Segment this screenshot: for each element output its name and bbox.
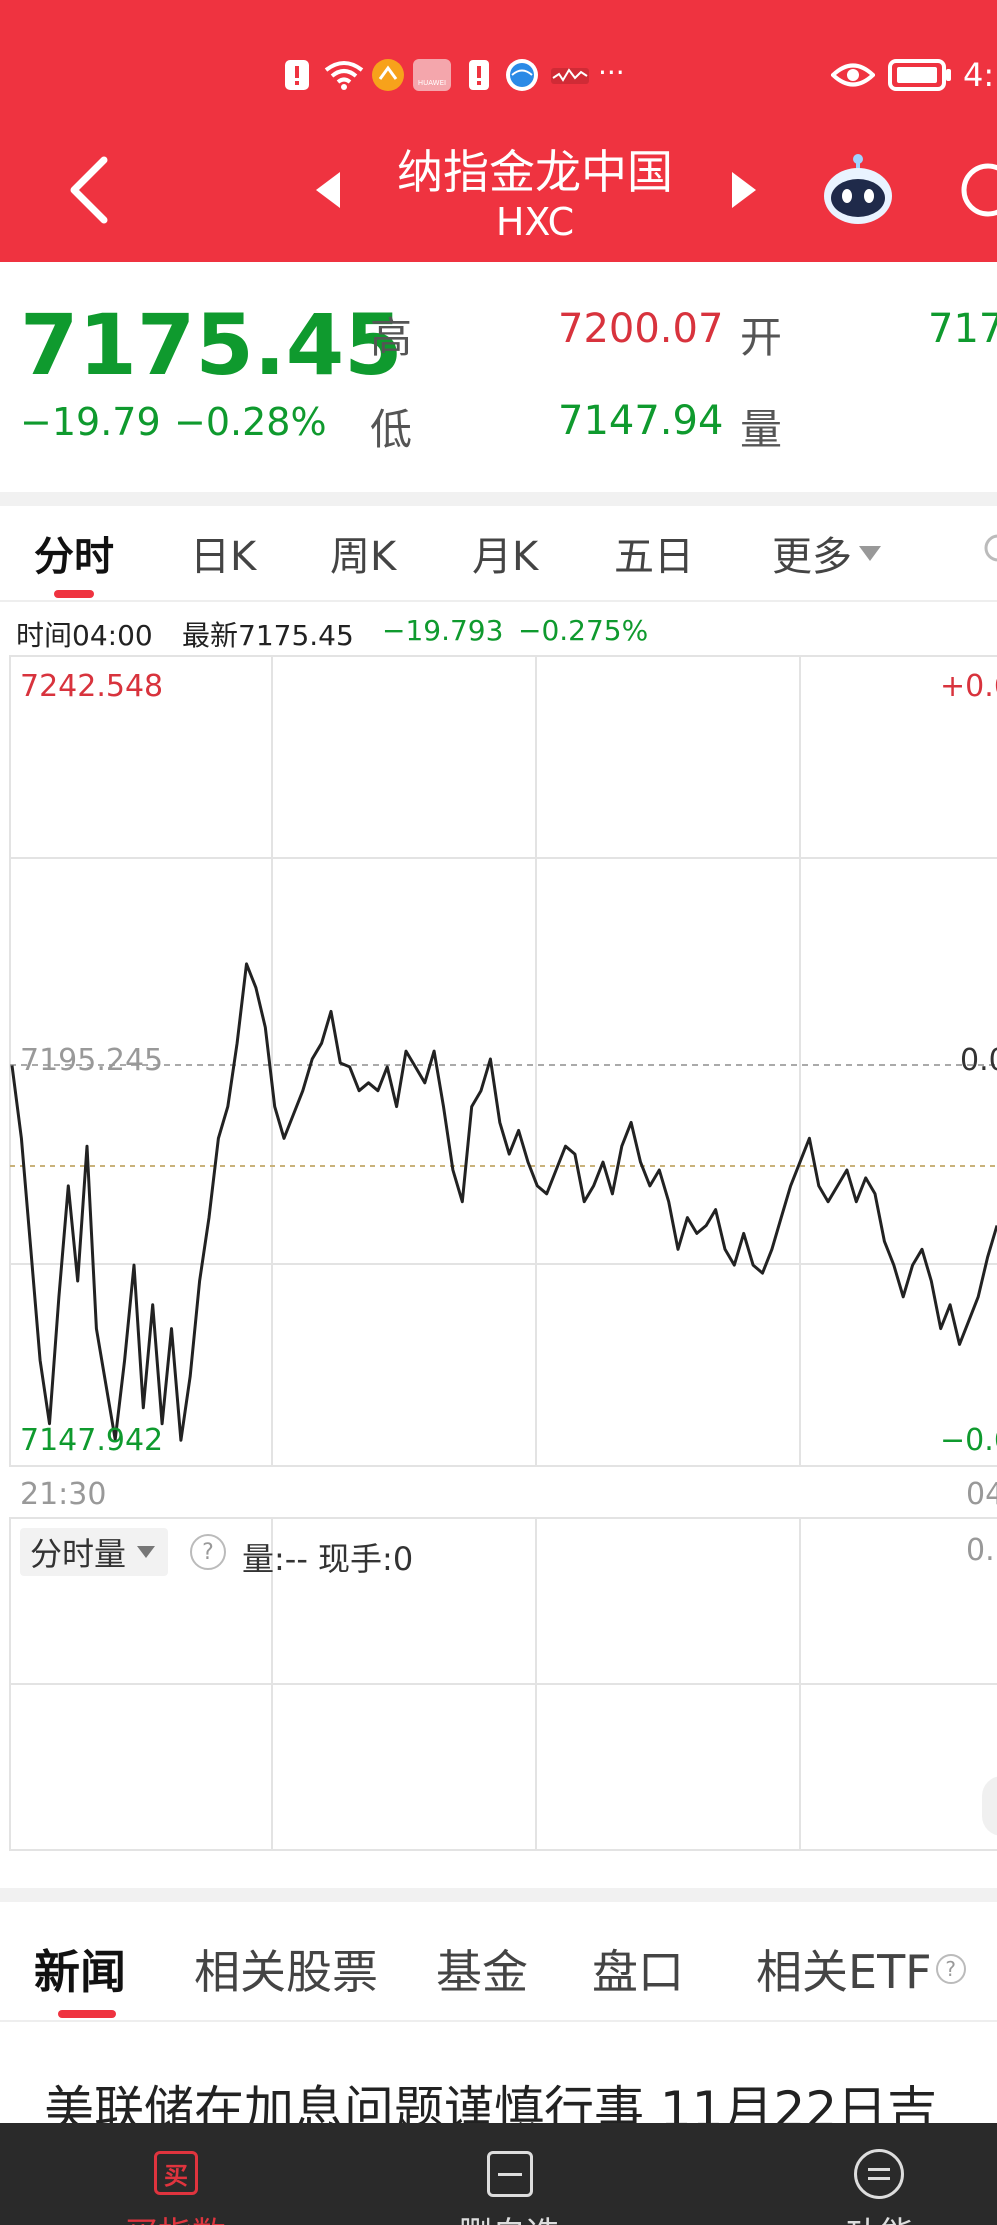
volume-info: 量:-- 现手:0 [242, 1540, 414, 1578]
section-divider [0, 492, 997, 506]
volume-type-dropdown[interactable]: 分时量 [20, 1528, 169, 1576]
high-value: 7200.07 [558, 306, 724, 352]
dropdown-triangle-icon [137, 1546, 156, 1558]
eye-icon [830, 58, 876, 92]
brand-badge-text: HUAWEI [417, 79, 447, 87]
right-min-label: −0.6 [940, 1423, 997, 1458]
bottom-nav: 买 买指数 删自选 功能 [0, 2123, 997, 2225]
settings-partial-icon[interactable] [982, 528, 997, 568]
price-series-line [10, 962, 997, 1442]
news-tab-border [0, 2020, 997, 2022]
active-tab-indicator [54, 590, 94, 598]
tab-monthly-k[interactable]: 月K [472, 524, 538, 582]
minus-square-icon [487, 2151, 533, 2197]
function-button[interactable]: 功能 [780, 2123, 980, 2225]
info-time: 时间04:00 [16, 619, 153, 652]
robot-assistant-button[interactable] [818, 150, 898, 230]
alert-icon [283, 58, 311, 92]
back-chevron-icon [70, 156, 108, 224]
next-index-button[interactable] [724, 168, 760, 212]
tab-related-etf-label: 相关ETF [756, 1945, 932, 1999]
tab-related-etf[interactable]: 相关ETF ? [756, 1936, 966, 2002]
open-label: 开 [740, 313, 783, 362]
buy-index-label: 买指数 [60, 2207, 290, 2225]
tab-more[interactable]: 更多 [772, 524, 884, 582]
remove-watchlist-label: 删自选 [394, 2207, 624, 2225]
alert-icon-2 [466, 58, 492, 92]
tab-bar-border [0, 600, 997, 602]
back-button[interactable] [60, 150, 120, 230]
volume-label: 量 [740, 405, 783, 454]
info-change-pct: −0.275% [518, 614, 649, 647]
tab-related-stocks[interactable]: 相关股票 [194, 1936, 378, 2002]
buy-icon: 买 [154, 2151, 198, 2195]
status-more-dots: ··· [598, 56, 625, 89]
tab-more-label: 更多 [772, 534, 852, 580]
tab-funds[interactable]: 基金 [436, 1936, 528, 2002]
dropdown-triangle-icon [859, 546, 881, 561]
volume-type-label: 分时量 [30, 1535, 127, 1573]
robot-icon [824, 154, 892, 224]
huawei-store-icon: HUAWEI [412, 58, 452, 92]
x-end-label: 04 [966, 1477, 997, 1512]
open-value: 717 [928, 306, 997, 352]
news-tab-indicator [58, 2010, 116, 2018]
tab-news[interactable]: 新闻 [34, 1936, 126, 2002]
intraday-chart[interactable]: 7242.548 7195.245 7147.942 +0.6 0.0 −0.6… [0, 650, 997, 1860]
info-change: −19.793 [382, 614, 504, 647]
wifi-icon [322, 58, 366, 92]
volume-right-label: 0. [966, 1533, 995, 1568]
app-notification-icon [370, 58, 406, 92]
y-max-label: 7242.548 [20, 669, 163, 704]
help-icon[interactable]: ? [190, 1534, 226, 1570]
browser-icon [504, 58, 540, 92]
remove-watchlist-button[interactable]: 删自选 [394, 2123, 624, 2225]
page-subtitle: HXC [495, 200, 575, 244]
right-ref-label: 0.0 [960, 1043, 997, 1078]
section-divider-2 [0, 1888, 997, 1902]
tab-order-book[interactable]: 盘口 [592, 1936, 684, 2002]
price-change-pct: −0.28% [174, 400, 327, 444]
price-change: −19.79 [20, 400, 161, 444]
info-latest: 最新7175.45 [182, 619, 354, 652]
buy-index-button[interactable]: 买 买指数 [60, 2123, 290, 2225]
page-title: 纳指金龙中国 [397, 145, 673, 199]
low-value: 7147.94 [558, 398, 724, 444]
function-label: 功能 [780, 2207, 980, 2225]
x-start-label: 21:30 [20, 1477, 106, 1512]
y-min-label: 7147.942 [20, 1423, 163, 1458]
y-ref-label: 7195.245 [20, 1043, 163, 1078]
current-price: 7175.45 [20, 296, 403, 394]
header-bar: HUAWEI ··· 4: 纳指金龙中国 HXC [0, 0, 997, 262]
tab-weekly-k[interactable]: 周K [330, 524, 396, 582]
battery-icon [887, 58, 953, 92]
low-label: 低 [370, 405, 413, 454]
tab-daily-k[interactable]: 日K [190, 524, 256, 582]
search-icon [961, 163, 997, 217]
tab-five-day[interactable]: 五日 [614, 524, 694, 582]
signal-wave-icon [550, 58, 590, 92]
right-max-label: +0.6 [940, 669, 997, 704]
tab-intraday[interactable]: 分时 [34, 524, 114, 582]
menu-circle-icon [854, 2149, 904, 2199]
triangle-right-icon [732, 172, 756, 208]
search-button[interactable] [958, 160, 997, 220]
chart-grid [9, 655, 997, 1851]
high-label: 高 [370, 313, 413, 362]
etf-help-icon[interactable]: ? [935, 1954, 966, 1984]
status-time: 4: [963, 56, 995, 94]
